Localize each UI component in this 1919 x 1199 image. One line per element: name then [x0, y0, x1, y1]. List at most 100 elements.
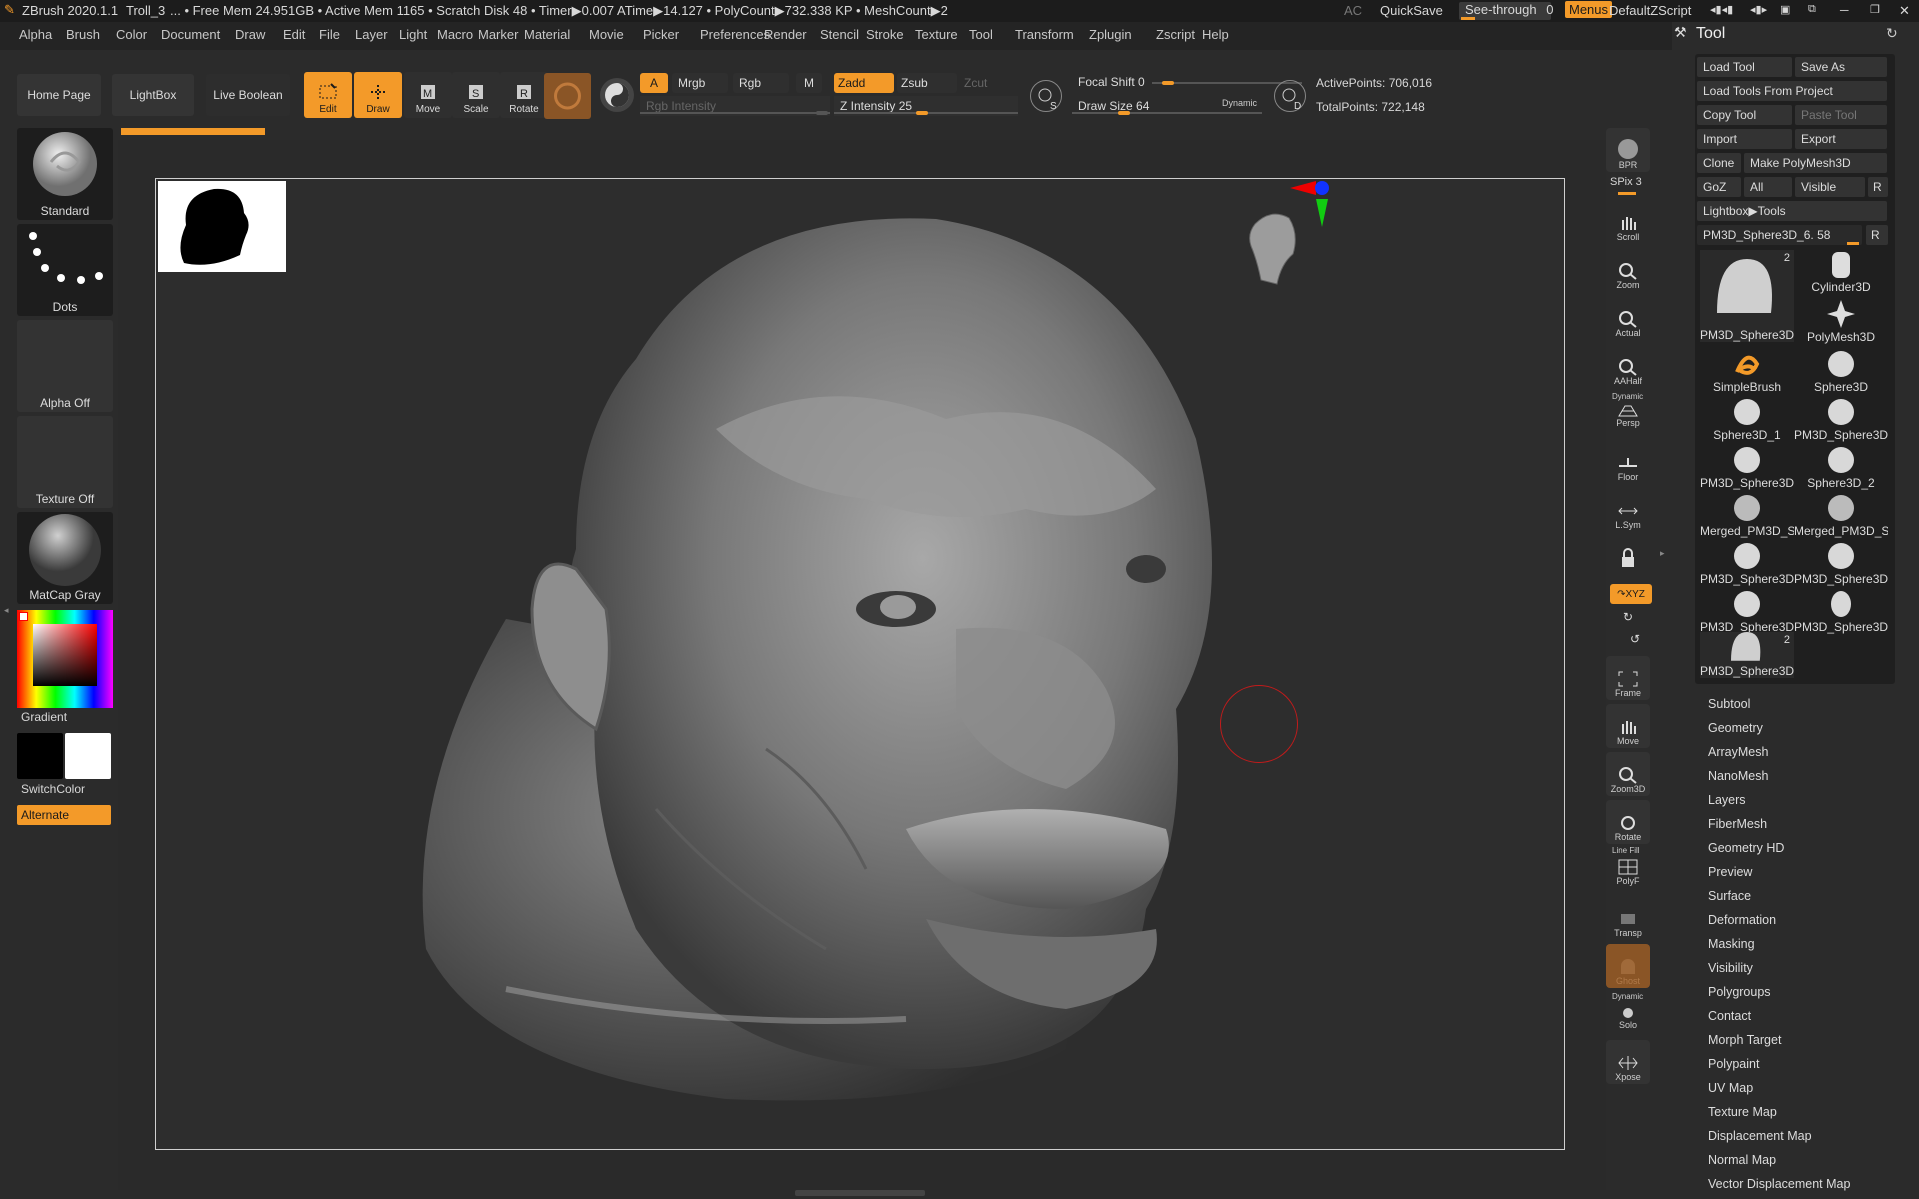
zcut-toggle[interactable]: Zcut — [960, 73, 1016, 93]
gradient-label[interactable]: Gradient — [21, 710, 67, 724]
rotate-view-button[interactable]: Rotate — [1606, 800, 1650, 844]
menus-toggle[interactable]: Menus — [1565, 1, 1613, 18]
tool-thumb-12[interactable]: PM3D_Sphere3D — [1794, 540, 1888, 586]
actual-button[interactable]: Actual — [1606, 296, 1650, 340]
persp-button[interactable]: Persp — [1606, 392, 1650, 430]
minimize-icon[interactable]: ─ — [1840, 3, 1849, 17]
menu-zplugin[interactable]: Zplugin — [1089, 27, 1132, 42]
axis-gizmo[interactable] — [1284, 179, 1330, 237]
home-page-button[interactable]: Home Page — [17, 74, 101, 116]
secondary-color-swatch[interactable] — [65, 733, 111, 779]
goz-all-button[interactable]: All — [1744, 177, 1792, 197]
left-tray-collapse-icon[interactable]: ◂ — [4, 605, 9, 616]
tool-thumb-1[interactable]: Cylinder3D — [1794, 250, 1888, 294]
tool-thumb-0[interactable]: PM3D_Sphere3D 2 — [1700, 250, 1794, 342]
clone-button[interactable]: Clone — [1697, 153, 1741, 173]
scroll-button[interactable]: Scroll — [1606, 200, 1650, 244]
subpalette-texture-map[interactable]: Texture Map — [1708, 1105, 1777, 1119]
tool-thumb-15[interactable]: PM3D_Sphere3D 2 — [1700, 632, 1794, 678]
tool-thumb-8[interactable]: Sphere3D_2 — [1794, 444, 1888, 490]
tool-thumb-2[interactable]: PolyMesh3D — [1794, 298, 1888, 344]
tool-thumb-13[interactable]: PM3D_Sphere3D — [1700, 588, 1794, 634]
material-selector[interactable]: MatCap Gray — [17, 512, 113, 604]
zoom3d-button[interactable]: Zoom3D — [1606, 752, 1650, 796]
menu-layer[interactable]: Layer — [355, 27, 388, 42]
menu-color[interactable]: Color — [116, 27, 147, 42]
tool-thumb-4[interactable]: Sphere3D — [1794, 348, 1888, 394]
tool-r-button[interactable]: R — [1866, 225, 1888, 245]
lightbox-button[interactable]: LightBox — [112, 74, 194, 116]
tool-thumb-5[interactable]: Sphere3D_1 — [1700, 396, 1794, 442]
restore-icon[interactable]: ⧉ — [1808, 3, 1816, 16]
draw-size-knob[interactable] — [1118, 111, 1130, 115]
lazy-mouse-s-icon[interactable]: S — [1030, 80, 1062, 112]
subpalette-displacement-map[interactable]: Displacement Map — [1708, 1129, 1812, 1143]
subpalette-layers[interactable]: Layers — [1708, 793, 1746, 807]
tool-thumb-9[interactable]: Merged_PM3D_S — [1700, 492, 1794, 538]
subpalette-polypaint[interactable]: Polypaint — [1708, 1057, 1759, 1071]
menu-zscript[interactable]: Zscript — [1156, 27, 1195, 42]
subpalette-arraymesh[interactable]: ArrayMesh — [1708, 745, 1768, 759]
menu-picker[interactable]: Picker — [643, 27, 679, 42]
edit-mode-button[interactable]: Edit — [304, 72, 352, 118]
menu-transform[interactable]: Transform — [1015, 27, 1074, 42]
menu-file[interactable]: File — [319, 27, 340, 42]
copy-tool-button[interactable]: Copy Tool — [1697, 105, 1792, 125]
move-mode-button[interactable]: M Move — [404, 72, 452, 118]
paste-tool-button[interactable]: Paste Tool — [1795, 105, 1887, 125]
menu-movie[interactable]: Movie — [589, 27, 624, 42]
xyz-rotate-button[interactable]: ↷XYZ — [1610, 584, 1652, 604]
import-button[interactable]: Import — [1697, 129, 1792, 149]
spix-slider[interactable]: SPix 3 — [1610, 176, 1642, 188]
menu-light[interactable]: Light — [399, 27, 427, 42]
rgb-intensity-knob[interactable] — [816, 111, 828, 115]
menu-preferences[interactable]: Preferences — [700, 27, 770, 42]
subpalette-normal-map[interactable]: Normal Map — [1708, 1153, 1776, 1167]
color-picker[interactable] — [17, 610, 113, 708]
subpalette-vector-displacement-map[interactable]: Vector Displacement Map — [1708, 1177, 1850, 1191]
subpalette-deformation[interactable]: Deformation — [1708, 913, 1776, 927]
live-boolean-button[interactable]: Live Boolean — [206, 74, 290, 116]
menu-draw[interactable]: Draw — [235, 27, 265, 42]
maximize-icon[interactable]: ❐ — [1870, 3, 1880, 16]
subpalette-nanomesh[interactable]: NanoMesh — [1708, 769, 1768, 783]
script-name[interactable]: DefaultZScript — [1609, 3, 1691, 18]
tool-thumb-6[interactable]: PM3D_Sphere3D — [1794, 396, 1888, 442]
color-sphere-icon[interactable] — [600, 78, 634, 112]
subpalette-subtool[interactable]: Subtool — [1708, 697, 1750, 711]
stroke-selector[interactable]: Dots — [17, 224, 113, 316]
goz-visible-button[interactable]: Visible — [1795, 177, 1865, 197]
reset-icon[interactable]: ↻ — [1886, 25, 1898, 42]
bottom-shelf-handle[interactable] — [795, 1190, 925, 1196]
rotate-mode-button[interactable]: R Rotate — [500, 72, 548, 118]
layout-switch-icon[interactable]: ◂▮▸ — [1750, 3, 1767, 16]
navigator-thumbnail[interactable] — [158, 181, 286, 272]
menu-material[interactable]: Material — [524, 27, 570, 42]
aahalf-button[interactable]: AAHalf — [1606, 344, 1650, 388]
m-toggle[interactable]: M — [796, 73, 822, 93]
dynamic-toggle[interactable]: Dynamic — [1222, 98, 1257, 108]
close-icon[interactable]: ✕ — [1899, 3, 1910, 19]
floor-button[interactable]: Floor — [1606, 440, 1650, 484]
export-button[interactable]: Export — [1795, 129, 1887, 149]
layout-icon[interactable]: ◂▮◂▮ — [1710, 3, 1733, 16]
menu-brush[interactable]: Brush — [66, 27, 100, 42]
pin-icon[interactable]: ⚒ — [1674, 24, 1687, 41]
scale-mode-button[interactable]: S Scale — [452, 72, 500, 118]
focal-shift-knob[interactable] — [1162, 81, 1174, 85]
subpalette-morph-target[interactable]: Morph Target — [1708, 1033, 1781, 1047]
subpalette-preview[interactable]: Preview — [1708, 865, 1752, 879]
save-as-button[interactable]: Save As — [1795, 57, 1887, 77]
focal-shift-slider[interactable]: Focal Shift 0 — [1072, 72, 1302, 92]
menu-tool[interactable]: Tool — [969, 27, 993, 42]
tool-thumb-10[interactable]: Merged_PM3D_S — [1794, 492, 1888, 538]
troll-bust-sculpt[interactable] — [306, 189, 1466, 1149]
transp-button[interactable]: Transp — [1606, 896, 1650, 940]
load-tool-button[interactable]: Load Tool — [1697, 57, 1792, 77]
texture-selector[interactable]: Texture Off — [17, 416, 113, 508]
menu-macro[interactable]: Macro — [437, 27, 473, 42]
z-intensity-slider[interactable]: Z Intensity 25 — [834, 96, 1018, 116]
palette-icon[interactable]: ▣ — [1780, 3, 1790, 16]
subpalette-surface[interactable]: Surface — [1708, 889, 1751, 903]
alpha-selector[interactable]: Alpha Off — [17, 320, 113, 412]
